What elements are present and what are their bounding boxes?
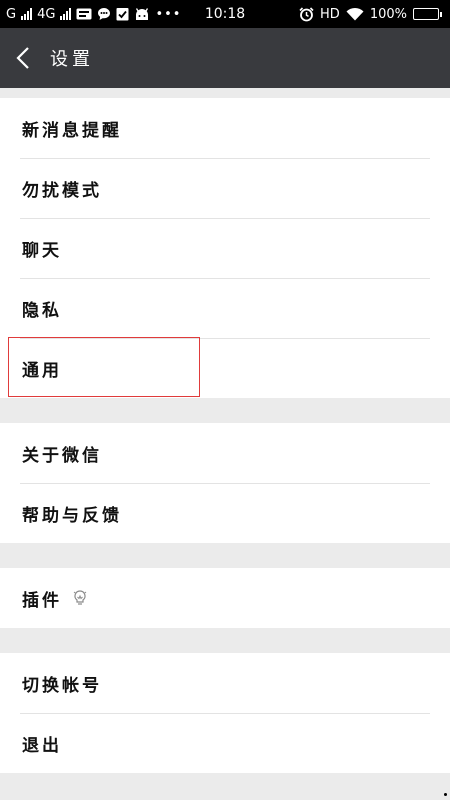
battery-percent: 100% bbox=[369, 6, 407, 22]
row-label: 勿扰模式 bbox=[22, 180, 102, 201]
row-switch-account[interactable]: 切换帐号 bbox=[0, 653, 450, 713]
status-bar: G 4G ••• 10:18 HD 100% bbox=[0, 0, 450, 28]
alarm-icon bbox=[299, 6, 314, 22]
settings-group-about: 关于微信 帮助与反馈 bbox=[0, 423, 450, 543]
row-label: 聊天 bbox=[22, 240, 62, 261]
title-bar: 设置 bbox=[0, 28, 450, 88]
settings-group-plugins: 插件 bbox=[0, 568, 450, 628]
row-plugins[interactable]: 插件 bbox=[0, 568, 450, 628]
row-new-message-notifications[interactable]: 新消息提醒 bbox=[0, 98, 450, 158]
status-right: HD 100% bbox=[299, 0, 442, 28]
row-label: 新消息提醒 bbox=[22, 120, 122, 141]
row-label: 插件 bbox=[22, 590, 62, 611]
row-about-wechat[interactable]: 关于微信 bbox=[0, 423, 450, 483]
row-general[interactable]: 通用 bbox=[0, 338, 450, 398]
wifi-icon bbox=[346, 7, 364, 21]
settings-group-general: 新消息提醒 勿扰模式 聊天 隐私 通用 bbox=[0, 98, 450, 398]
row-chat[interactable]: 聊天 bbox=[0, 218, 450, 278]
row-log-out[interactable]: 退出 bbox=[0, 713, 450, 773]
row-label: 隐私 bbox=[22, 300, 62, 321]
settings-group-account: 切换帐号 退出 bbox=[0, 653, 450, 773]
hd-label: HD bbox=[320, 6, 340, 22]
page-title: 设置 bbox=[50, 49, 94, 70]
row-do-not-disturb[interactable]: 勿扰模式 bbox=[0, 158, 450, 218]
row-privacy[interactable]: 隐私 bbox=[0, 278, 450, 338]
battery-icon bbox=[413, 8, 442, 20]
row-help-feedback[interactable]: 帮助与反馈 bbox=[0, 483, 450, 543]
corner-dot bbox=[444, 793, 447, 796]
row-label: 关于微信 bbox=[22, 445, 102, 466]
plugin-bulb-icon bbox=[72, 589, 88, 607]
row-label: 切换帐号 bbox=[22, 675, 102, 696]
row-label: 通用 bbox=[22, 360, 62, 381]
back-button[interactable] bbox=[0, 28, 46, 88]
row-label: 退出 bbox=[22, 735, 62, 756]
row-label: 帮助与反馈 bbox=[22, 505, 122, 526]
back-arrow-icon bbox=[16, 47, 29, 69]
